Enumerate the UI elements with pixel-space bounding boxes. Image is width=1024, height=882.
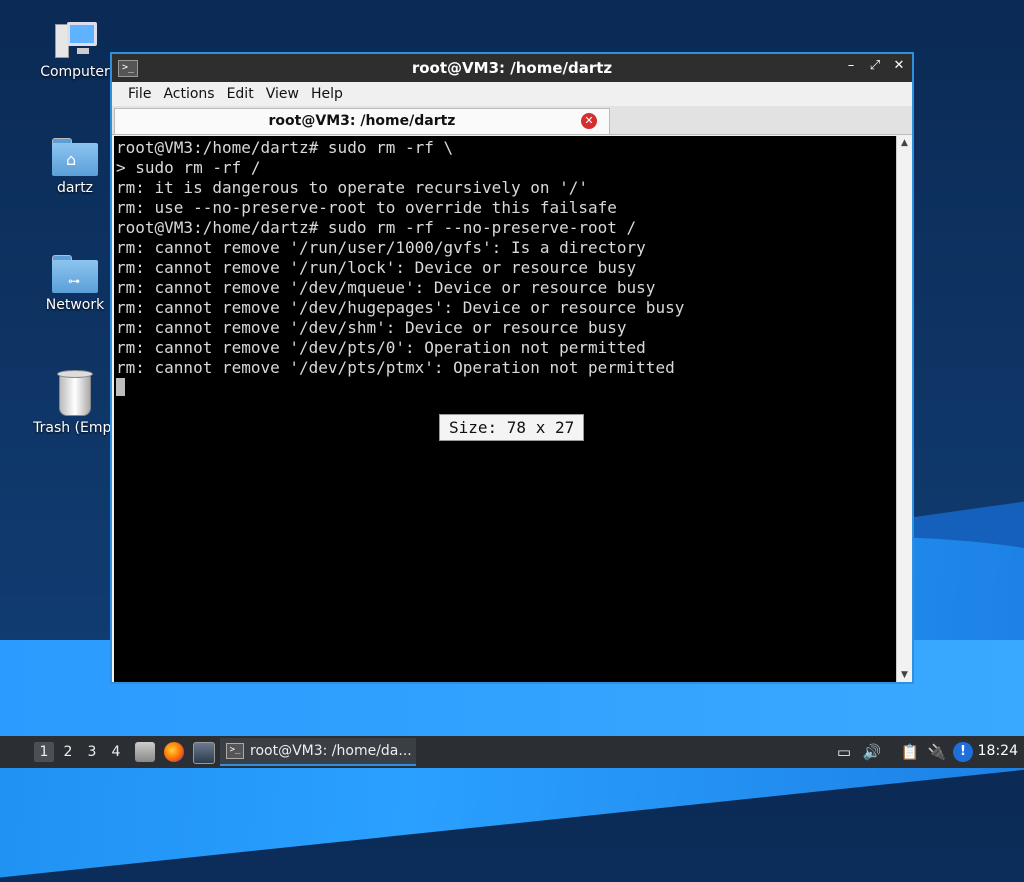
terminal-line: rm: cannot remove '/dev/hugepages': Devi…	[116, 298, 685, 317]
terminal-line: root@VM3:/home/dartz# sudo rm -rf --no-p…	[116, 218, 637, 237]
window-titlebar[interactable]: >_ root@VM3: /home/dartz – ⤢ ✕	[112, 54, 912, 82]
terminal-output[interactable]: root@VM3:/home/dartz# sudo rm -rf \ > su…	[114, 136, 896, 682]
terminal-line: > sudo rm -rf /	[116, 158, 261, 177]
desktop-icon-label: Network	[45, 297, 105, 313]
desktop-icon-label: Computer	[40, 64, 110, 80]
network-folder-icon: ⊶	[52, 255, 98, 293]
terminal-cursor	[116, 378, 125, 396]
close-button[interactable]: ✕	[892, 58, 906, 73]
terminal-line: rm: cannot remove '/dev/pts/0': Operatio…	[116, 338, 646, 357]
terminal-line: rm: cannot remove '/dev/shm': Device or …	[116, 318, 627, 337]
menu-edit[interactable]: Edit	[221, 86, 260, 102]
scroll-down-icon[interactable]: ▼	[897, 668, 912, 682]
taskbar: 1 2 3 4 >_ root@VM3: /home/da... ▭ 🔊 📋 🔌…	[0, 736, 1024, 768]
desktop-icon-network[interactable]: ⊶ Network	[27, 255, 123, 313]
terminal-line: rm: cannot remove '/run/lock': Device or…	[116, 258, 637, 277]
menu-help[interactable]: Help	[305, 86, 349, 102]
menu-actions[interactable]: Actions	[157, 86, 220, 102]
terminal-line: rm: cannot remove '/run/user/1000/gvfs':…	[116, 238, 646, 257]
workspace-2[interactable]: 2	[58, 742, 78, 762]
menu-file[interactable]: File	[122, 86, 157, 102]
terminal-scrollbar[interactable]: ▲ ▼	[896, 136, 912, 682]
taskbar-task-terminal[interactable]: >_ root@VM3: /home/da...	[220, 738, 416, 766]
terminal-launcher-icon[interactable]	[193, 742, 215, 764]
tab-bar: root@VM3: /home/dartz ✕	[112, 106, 912, 135]
trash-icon	[57, 370, 93, 416]
network-icon[interactable]: 🔌	[927, 742, 947, 762]
firefox-icon[interactable]	[164, 742, 184, 762]
terminal-tab[interactable]: root@VM3: /home/dartz ✕	[114, 108, 610, 134]
desktop-icon-trash[interactable]: Trash (Empt	[27, 370, 123, 436]
desktop-icon-home[interactable]: ⌂ dartz	[27, 138, 123, 196]
tab-close-icon[interactable]: ✕	[581, 113, 597, 129]
computer-icon	[53, 20, 97, 60]
workspace-3[interactable]: 3	[82, 742, 102, 762]
task-title: root@VM3: /home/da...	[250, 743, 412, 759]
terminal-window: >_ root@VM3: /home/dartz – ⤢ ✕ File Acti…	[110, 52, 914, 684]
desktop-icon-label: Trash (Empt	[33, 420, 117, 436]
updates-icon[interactable]: !	[953, 742, 973, 762]
desktop-icon-computer[interactable]: Computer	[27, 20, 123, 80]
menu-bar: File Actions Edit View Help	[112, 82, 912, 106]
maximize-button[interactable]: ⤢	[868, 58, 882, 73]
terminal-task-icon: >_	[226, 743, 244, 759]
file-manager-icon[interactable]	[135, 742, 155, 762]
clipboard-icon[interactable]: 📋	[900, 742, 920, 762]
terminal-line: root@VM3:/home/dartz# sudo rm -rf \	[116, 138, 454, 157]
volume-icon[interactable]: 🔊	[862, 742, 882, 762]
scroll-up-icon[interactable]: ▲	[897, 136, 912, 150]
terminal-line: rm: it is dangerous to operate recursive…	[116, 178, 589, 197]
minimize-button[interactable]: –	[844, 58, 858, 73]
battery-icon[interactable]: ▭	[834, 742, 854, 762]
home-folder-icon: ⌂	[52, 138, 98, 176]
window-title: root@VM3: /home/dartz	[411, 59, 613, 77]
terminal-line: rm: use --no-preserve-root to override t…	[116, 198, 617, 217]
tab-title: root@VM3: /home/dartz	[268, 113, 456, 129]
menu-view[interactable]: View	[260, 86, 305, 102]
clock[interactable]: 18:24	[978, 743, 1018, 759]
desktop-icon-label: dartz	[56, 180, 94, 196]
terminal-line: rm: cannot remove '/dev/pts/ptmx': Opera…	[116, 358, 675, 377]
workspace-4[interactable]: 4	[106, 742, 126, 762]
size-tooltip: Size: 78 x 27	[439, 414, 585, 441]
terminal-line: rm: cannot remove '/dev/mqueue': Device …	[116, 278, 656, 297]
workspace-1[interactable]: 1	[34, 742, 54, 762]
